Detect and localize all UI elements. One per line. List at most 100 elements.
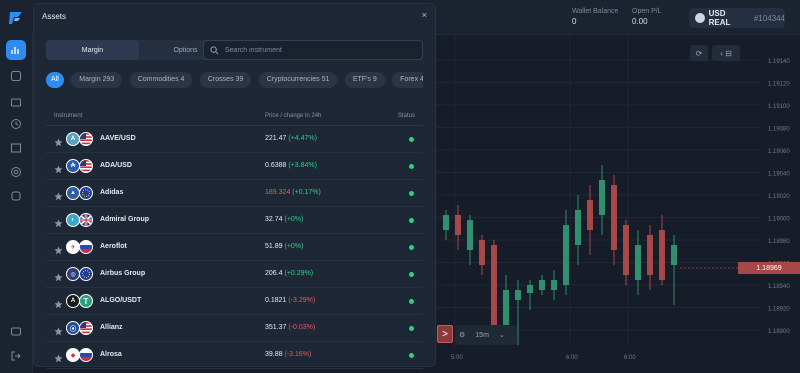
instrument-price: 206.4 (+0.29%) [265,270,313,277]
favorite-star-icon[interactable] [54,134,63,147]
table-row[interactable]: ⦿ Allianz 351.37 (-0.03%) [46,315,423,342]
chip-crosses[interactable]: Crosses 39 [199,72,252,88]
asset-icon: ◆ [66,347,96,363]
table-row[interactable]: ✈ Aeroflot 51.89 (+0%) [46,234,423,261]
y-tick-label: 1.18900 [768,329,790,335]
history-icon[interactable] [6,114,26,134]
current-price-tag: 1.18969 [738,262,800,274]
currency-flag-icon [695,13,705,23]
candle-body [599,180,605,215]
support-icon[interactable] [6,162,26,182]
status-indicator [409,326,414,331]
logout-icon[interactable] [6,346,26,366]
us-flag-icon [79,321,93,335]
asset-logo-icon: A [66,132,80,146]
instrument-price: 0.6388 (+3.84%) [265,162,317,169]
open-pl-label: Open P/L [632,8,662,15]
instrument-name: Alrosa [100,351,122,358]
y-tick-label: 1.19000 [768,217,790,223]
open-pl: Open P/L 0.00 [632,8,662,26]
instrument-price: 32.74 (+0%) [265,216,303,223]
y-tick-label: 1.19040 [768,172,790,178]
y-tick-label: 1.19100 [768,104,790,110]
table-row[interactable]: ▲ Adidas 189.324 (+0.17%) [46,180,423,207]
panel-collapse-button[interactable]: > [437,325,453,343]
instrument-name: Adidas [100,189,124,196]
margin-tab[interactable]: Margin [46,40,139,60]
y-tick-label: 1.19120 [768,82,790,88]
price-chart[interactable]: 1.19140 1.19120 1.19100 1.19080 1.19060 1.190… [435,35,800,373]
asset-logo-icon: ₳ [66,159,80,173]
timeframe-settings-icon: ⚙ [459,332,466,339]
assets-rail-icon[interactable] [6,40,26,60]
favorite-star-icon[interactable] [54,215,63,228]
category-filters: All Margin 293 Commodities 4 Crosses 39 … [46,72,423,88]
favorite-star-icon[interactable] [54,269,63,282]
status-indicator [409,299,414,304]
header-price: Price / change in 24h [265,113,322,119]
chip-all[interactable]: All [46,72,64,88]
table-row[interactable]: ◆ Alrosa 39.88 (-3.16%) [46,342,423,369]
chip-margin[interactable]: Margin 293 [71,72,123,88]
portfolio-icon[interactable] [6,66,26,86]
education-icon[interactable] [6,138,26,158]
candle-body [551,280,557,290]
y-tick-label: 1.19140 [768,59,790,65]
favorite-star-icon[interactable] [54,296,63,309]
instrument-name: Airbus Group [100,270,146,277]
chart-refresh-icon[interactable]: ⟳ [690,45,708,61]
chip-forex[interactable]: Forex 46 [392,72,423,88]
us-flag-icon [79,159,93,173]
left-rail [0,0,33,373]
table-row[interactable]: A AAVE/USD 221.47 (+4.47%) [46,126,423,153]
asset-logo-icon: ◐ [66,213,80,227]
candle-body [611,185,617,250]
instrument-name: Admiral Group [100,216,150,223]
chip-etfs[interactable]: ETF's 9 [344,72,385,88]
header-instrument: Instrument [54,113,83,119]
favorite-star-icon[interactable] [54,161,63,174]
candle-body [479,240,485,265]
close-icon[interactable]: × [422,10,427,20]
favorite-star-icon[interactable] [54,350,63,363]
asset-icon: ◐ [66,212,96,228]
y-tick-label: 1.18980 [768,239,790,245]
candle-body [491,245,497,325]
table-row[interactable]: ◐ Admiral Group 32.74 (+0%) [46,207,423,234]
chat-icon[interactable] [6,322,26,342]
instrument-price: 51.89 (+0%) [265,243,303,250]
account-selector[interactable]: USD REAL #104344 [689,8,785,28]
candle-body [527,285,533,293]
search-input[interactable] [223,45,407,55]
asset-icon: A [66,131,96,147]
asset-logo-icon: ◆ [66,348,80,362]
table-row[interactable]: ₳ ADA/USD 0.6388 (+3.84%) [46,153,423,180]
timeframe-selector[interactable]: ⚙ 15m ⌄ [455,325,517,345]
chip-commodities[interactable]: Commodities 4 [129,72,193,88]
instrument-price: 0.1821 (-3.29%) [265,297,315,304]
favorite-star-icon[interactable] [54,188,63,201]
instrument-table: Instrument Price / change in 24h Status … [46,107,423,369]
price-change: (-3.29%) [288,297,316,304]
candle-body [635,245,641,280]
favorite-star-icon[interactable] [54,323,63,336]
candle-body [563,225,569,285]
asset-logo-icon: ◎ [66,267,80,281]
table-body: A AAVE/USD 221.47 (+4.47%) ₳ ADA/USD 0.6388 (… [46,126,423,369]
chart-tools-button[interactable]: ‹ ⊟ [712,45,740,61]
asset-logo-icon: ⦿ [66,321,80,335]
table-row[interactable]: A T ALGO/USDT 0.1821 (-3.29%) [46,288,423,315]
candle-body [587,200,593,230]
search-box [203,40,423,60]
table-row[interactable]: ◎ Airbus Group 206.4 (+0.29%) [46,261,423,288]
wallet-balance: Wallet Balance 0 [572,8,618,26]
y-tick-label: 1.18940 [768,284,790,290]
table-header: Instrument Price / change in 24h Status [46,107,423,126]
price-value: 189.324 [265,189,291,196]
chart-canvas[interactable]: 1.19140 1.19120 1.19100 1.19080 1.19060 1.190… [435,35,800,373]
wallet-icon[interactable] [6,92,26,112]
settings-icon[interactable] [6,186,26,206]
favorite-star-icon[interactable] [54,242,63,255]
instrument-price: 189.324 (+0.17%) [265,189,321,196]
chip-cryptocurrencies[interactable]: Cryptocurrencies 51 [258,72,338,88]
